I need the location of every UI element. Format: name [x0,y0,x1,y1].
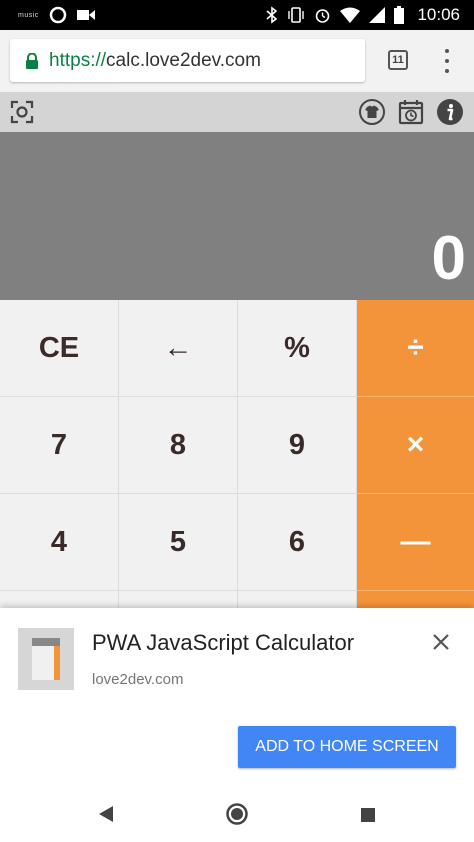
app-icon-ops [54,646,60,680]
add-to-home-screen-button[interactable]: ADD TO HOME SCREEN [238,726,456,768]
alarm-icon [316,8,330,23]
menu-dot [445,69,449,73]
digit-5-button[interactable]: 5 [119,494,238,591]
recents-square-icon[interactable] [360,807,376,823]
lock-icon [26,52,38,69]
app-icon [18,628,74,690]
backspace-button[interactable]: ← [119,300,238,397]
record-circle-icon [49,6,67,24]
menu-dot [445,49,449,53]
music-app-icon: music [18,11,39,19]
browser-toolbar: https://calc.love2dev.com 11 [0,30,474,92]
multiply-button[interactable]: × [357,397,474,494]
digit-8-button[interactable]: 8 [119,397,238,494]
battery-icon [394,6,405,24]
status-time: 10:06 [417,5,460,24]
banner-title: PWA JavaScript Calculator [92,630,355,655]
app-icon-keys [32,646,54,680]
app-icon-display [32,638,60,646]
history-icon[interactable] [397,98,425,126]
back-triangle-icon[interactable] [97,804,115,824]
wifi-icon [340,7,361,23]
add-to-home-banner: PWA JavaScript Calculator love2dev.com A… [0,608,474,790]
url-scheme: https:// [49,49,107,71]
digit-6-button[interactable]: 6 [238,494,357,591]
browser-menu-button[interactable] [440,46,454,76]
menu-dot [445,59,449,63]
percent-button[interactable]: % [238,300,357,397]
app-toolbar [0,92,474,132]
keypad: CE ← % ÷ 7 8 9 × 4 5 6 — [0,300,474,610]
url-host: calc.love2dev.com [106,49,261,71]
digit-9-button[interactable]: 9 [238,397,357,494]
subtract-button[interactable]: — [357,494,474,591]
tab-switcher-button[interactable]: 11 [388,50,408,70]
url-text: https://calc.love2dev.com [49,50,261,72]
clear-entry-button[interactable]: CE [0,300,119,397]
theme-shirt-icon[interactable] [358,98,386,126]
video-camera-icon [76,10,95,20]
url-bar[interactable]: https://calc.love2dev.com [10,39,365,82]
scan-icon[interactable] [8,98,36,126]
banner-domain: love2dev.com [92,671,184,688]
status-right: 10:06 [266,5,460,25]
vibrate-icon [288,7,305,23]
system-nav-bar [0,790,474,842]
calculator-display: 0 [0,132,474,300]
signal-icon [369,7,386,23]
close-icon[interactable] [431,632,451,652]
info-icon[interactable] [436,98,464,126]
digit-7-button[interactable]: 7 [0,397,119,494]
bluetooth-icon [266,6,278,24]
digit-4-button[interactable]: 4 [0,494,119,591]
status-bar: music 10:06 [0,0,474,30]
status-left: music [18,6,266,24]
home-circle-icon[interactable] [225,802,249,826]
display-value: 0 [431,224,466,293]
divide-button[interactable]: ÷ [357,300,474,397]
